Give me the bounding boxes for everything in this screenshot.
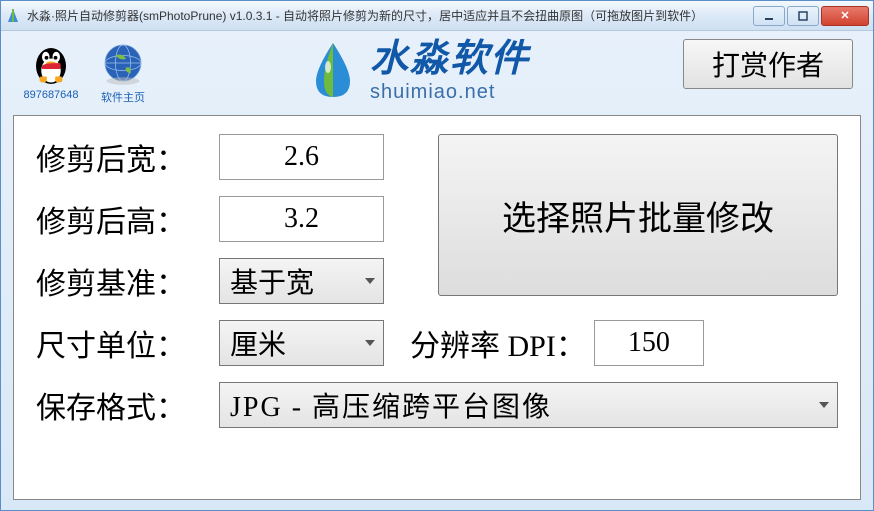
app-icon (5, 8, 21, 24)
app-window: 水淼·照片自动修剪器(smPhotoPrune) v1.0.3.1 - 自动将照… (0, 0, 874, 511)
header-row: 897687648 软件主页 水淼软件 shu (1, 31, 873, 105)
window-title: 水淼·照片自动修剪器(smPhotoPrune) v1.0.3.1 - 自动将照… (27, 7, 753, 24)
format-label: 保存格式： (36, 383, 211, 427)
unit-select[interactable]: 厘米 (219, 320, 384, 366)
water-drop-icon (306, 39, 360, 103)
homepage-label: 软件主页 (101, 89, 145, 105)
maximize-button[interactable] (787, 6, 819, 26)
window-controls: ✕ (753, 6, 869, 26)
brand-name-cn: 水淼软件 (370, 39, 530, 81)
close-button[interactable]: ✕ (821, 6, 869, 26)
unit-label: 尺寸单位： (36, 321, 211, 365)
height-label: 修剪后高： (36, 197, 211, 241)
brand-url: shuimiao.net (370, 81, 530, 103)
brand-logo: 水淼软件 shuimiao.net (165, 39, 671, 103)
qq-link[interactable]: 897687648 (21, 39, 81, 101)
width-label: 修剪后宽： (36, 135, 211, 179)
width-input[interactable] (219, 134, 384, 180)
homepage-link[interactable]: 软件主页 (93, 39, 153, 105)
donate-button[interactable]: 打赏作者 (683, 39, 853, 89)
dpi-label: 分辨率 DPI： (410, 321, 586, 365)
main-panel: 选择照片批量修改 修剪后宽： 修剪后高： 修剪基准： 基于宽 尺寸单位： 厘米 … (13, 115, 861, 500)
basis-label: 修剪基准： (36, 259, 211, 303)
globe-icon (99, 39, 147, 87)
minimize-button[interactable] (753, 6, 785, 26)
dpi-input[interactable] (594, 320, 704, 366)
format-value: JPG - 高压缩跨平台图像 (230, 385, 552, 425)
row-format: 保存格式： JPG - 高压缩跨平台图像 (36, 382, 838, 428)
qq-penguin-icon (27, 39, 75, 87)
qq-number-label: 897687648 (23, 89, 78, 101)
basis-value: 基于宽 (230, 261, 314, 301)
batch-process-button[interactable]: 选择照片批量修改 (438, 134, 838, 296)
unit-value: 厘米 (230, 323, 286, 363)
titlebar: 水淼·照片自动修剪器(smPhotoPrune) v1.0.3.1 - 自动将照… (1, 1, 873, 31)
format-select[interactable]: JPG - 高压缩跨平台图像 (219, 382, 838, 428)
row-unit: 尺寸单位： 厘米 分辨率 DPI： (36, 320, 838, 366)
basis-select[interactable]: 基于宽 (219, 258, 384, 304)
height-input[interactable] (219, 196, 384, 242)
